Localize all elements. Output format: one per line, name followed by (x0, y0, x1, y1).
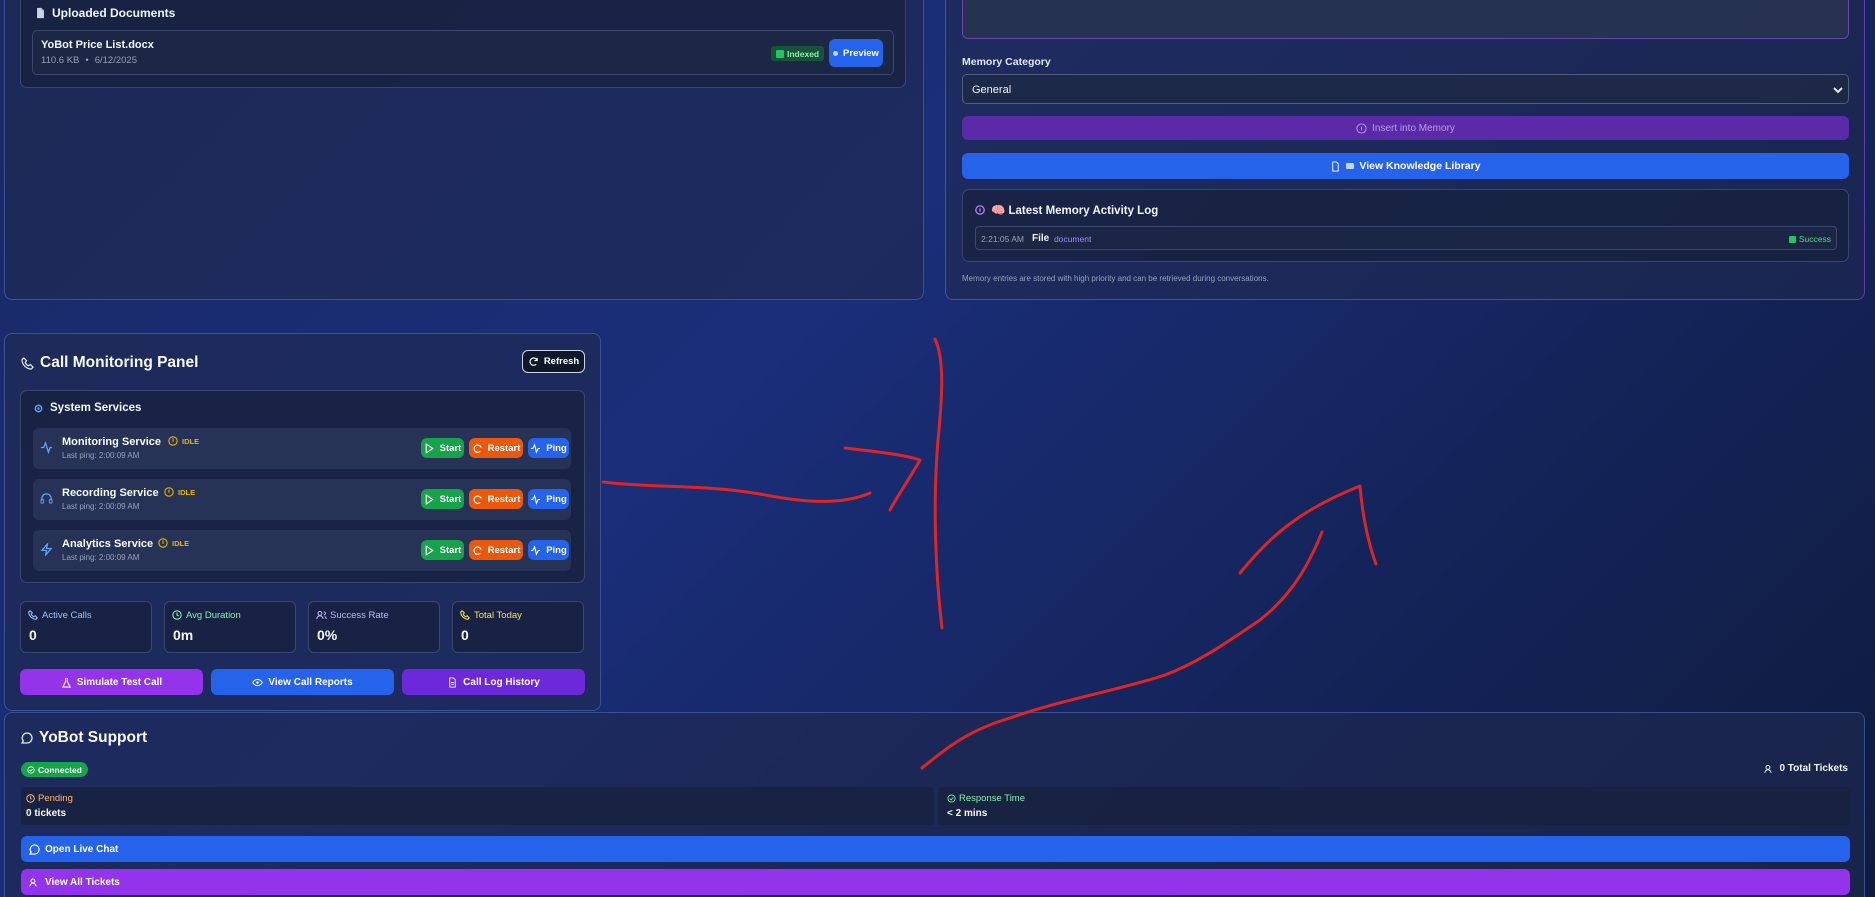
annotation-vertical-line (933, 337, 944, 630)
annotation-arrow-up-shaft (920, 530, 1324, 770)
red-annotation-strokes (601, 337, 1378, 770)
annotation-arrow-right-head (843, 446, 922, 512)
annotation-arrow-right-shaft (601, 480, 872, 503)
